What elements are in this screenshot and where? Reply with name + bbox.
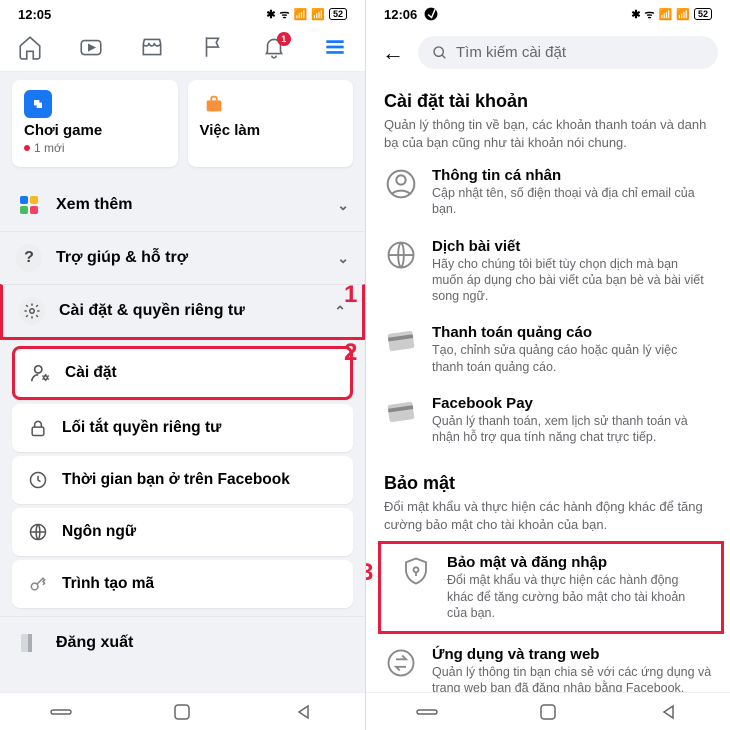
back-button[interactable] — [293, 701, 315, 723]
personal-info-item[interactable]: Thông tin cá nhânCập nhật tên, số điện t… — [366, 157, 730, 228]
item-title: Thanh toán quảng cáo — [432, 324, 712, 341]
recents-button[interactable] — [50, 701, 72, 723]
notif-badge: 1 — [277, 32, 291, 46]
settings-header: ← Tìm kiếm cài đặt — [366, 28, 730, 77]
item-desc: Đổi mật khẩu và thực hiện các hành động … — [447, 572, 703, 621]
item-title: Ứng dụng và trang web — [432, 646, 712, 663]
security-login-item[interactable]: Bảo mật và đăng nhậpĐổi mật khẩu và thực… — [378, 541, 724, 634]
person-gear-icon — [29, 361, 53, 385]
top-nav: 1 — [0, 28, 365, 72]
ad-payments-item[interactable]: Thanh toán quảng cáoTạo, chỉnh sửa quảng… — [366, 314, 730, 385]
time-label: Thời gian bạn ở trên Facebook — [62, 471, 290, 489]
shortcut-gaming[interactable]: Chơi game 1 mới — [12, 80, 178, 167]
person-circle-icon — [384, 167, 418, 201]
logout-icon — [16, 630, 42, 656]
item-title: Dịch bài viết — [432, 238, 712, 255]
language-label: Ngôn ngữ — [62, 523, 136, 541]
home-button[interactable] — [537, 701, 559, 723]
shortcut-title: Việc làm — [200, 122, 342, 139]
help-support-row[interactable]: ? Trợ giúp & hỗ trợ ⌄ — [0, 231, 365, 284]
item-desc: Quản lý thanh toán, xem lịch sử thanh to… — [432, 413, 712, 446]
shield-icon — [399, 554, 433, 588]
see-more-label: Xem thêm — [56, 196, 132, 214]
back-arrow-icon[interactable]: ← — [378, 40, 408, 66]
item-title: Facebook Pay — [432, 395, 712, 412]
marketplace-icon[interactable] — [139, 34, 165, 65]
home-icon[interactable] — [17, 34, 43, 65]
globe-icon — [26, 520, 50, 544]
status-icons: ✱ᯤ📶📶 52 — [631, 7, 712, 22]
privacy-shortcuts-label: Lối tắt quyền riêng tư — [62, 419, 221, 437]
shortcut-row: Chơi game 1 mới Việc làm — [0, 72, 365, 179]
android-nav — [366, 692, 730, 730]
language-card[interactable]: Ngôn ngữ — [12, 508, 353, 556]
annotation-1: 1 — [344, 281, 357, 309]
settings-privacy-row[interactable]: Cài đặt & quyền riêng tư ⌃ — [0, 284, 365, 340]
apps-icon — [16, 192, 42, 218]
annotation-2: 2 — [344, 339, 357, 367]
shortcut-title: Chơi game — [24, 122, 166, 139]
logout-row[interactable]: Đăng xuất — [0, 616, 365, 669]
globe-icon — [384, 238, 418, 272]
privacy-shortcuts-card[interactable]: Lối tắt quyền riêng tư — [12, 404, 353, 452]
watch-icon[interactable] — [78, 34, 104, 65]
time-on-fb-card[interactable]: Thời gian bạn ở trên Facebook — [12, 456, 353, 504]
security-title: Bảo mật — [384, 473, 712, 494]
item-title: Bảo mật và đăng nhập — [447, 554, 703, 571]
item-desc: Tạo, chỉnh sửa quảng cáo hoặc quản lý vi… — [432, 342, 712, 375]
card-icon — [384, 324, 418, 358]
settings-privacy-label: Cài đặt & quyền riêng tư — [59, 302, 245, 320]
annotation-3: 3 — [365, 559, 373, 587]
menu-icon[interactable] — [322, 34, 348, 65]
android-nav — [0, 692, 365, 730]
account-settings-desc: Quản lý thông tin về bạn, các khoản than… — [384, 116, 712, 151]
status-bar: 12:05 ✱ᯤ📶📶 52 — [0, 0, 365, 28]
logout-label: Đăng xuất — [56, 634, 133, 652]
card-icon — [384, 395, 418, 429]
account-settings-title: Cài đặt tài khoản — [384, 91, 712, 112]
search-icon — [432, 45, 448, 61]
item-title: Thông tin cá nhân — [432, 167, 712, 184]
status-icons: ✱ᯤ📶📶 52 — [266, 7, 347, 22]
battery-icon: 52 — [329, 8, 347, 20]
clock-icon — [26, 468, 50, 492]
see-more-row[interactable]: Xem thêm ⌄ — [0, 179, 365, 231]
status-time: 12:06 — [384, 7, 438, 22]
account-settings-block: Cài đặt tài khoản Quản lý thông tin về b… — [366, 77, 730, 157]
security-block: Bảo mật Đổi mật khẩu và thực hiện các hà… — [366, 455, 730, 539]
recents-button[interactable] — [416, 701, 438, 723]
help-label: Trợ giúp & hỗ trợ — [56, 249, 188, 267]
bell-icon[interactable]: 1 — [261, 34, 287, 65]
facebook-pay-item[interactable]: Facebook PayQuản lý thanh toán, xem lịch… — [366, 385, 730, 456]
chevron-down-icon: ⌄ — [337, 197, 349, 214]
home-button[interactable] — [171, 701, 193, 723]
flag-icon[interactable] — [200, 34, 226, 65]
battery-icon: 52 — [694, 8, 712, 20]
jobs-icon — [200, 90, 228, 118]
red-dot-icon — [24, 145, 30, 151]
item-desc: Cập nhật tên, số điện thoại và địa chỉ e… — [432, 185, 712, 218]
status-time: 12:05 — [18, 7, 51, 22]
item-desc: Hãy cho chúng tôi biết tùy chọn dịch mà … — [432, 256, 712, 305]
shortcut-jobs[interactable]: Việc làm — [188, 80, 354, 167]
status-bar: 12:06 ✱ᯤ📶📶 52 — [366, 0, 730, 28]
settings-card[interactable]: Cài đặt — [12, 346, 353, 400]
code-gen-label: Trình tạo mã — [62, 575, 154, 593]
search-placeholder: Tìm kiếm cài đặt — [456, 44, 566, 61]
security-desc: Đổi mật khẩu và thực hiện các hành động … — [384, 498, 712, 533]
help-icon: ? — [16, 245, 42, 271]
key-icon — [26, 572, 50, 596]
code-generator-card[interactable]: Trình tạo mã — [12, 560, 353, 608]
chevron-down-icon: ⌄ — [337, 250, 349, 267]
translate-item[interactable]: Dịch bài viếtHãy cho chúng tôi biết tùy … — [366, 228, 730, 315]
gear-icon — [19, 298, 45, 324]
lock-icon — [26, 416, 50, 440]
gaming-icon — [24, 90, 52, 118]
settings-label: Cài đặt — [65, 364, 117, 382]
back-button[interactable] — [658, 701, 680, 723]
swap-icon — [384, 646, 418, 680]
settings-search[interactable]: Tìm kiếm cài đặt — [418, 36, 718, 69]
shortcut-sub: 1 mới — [24, 141, 166, 155]
